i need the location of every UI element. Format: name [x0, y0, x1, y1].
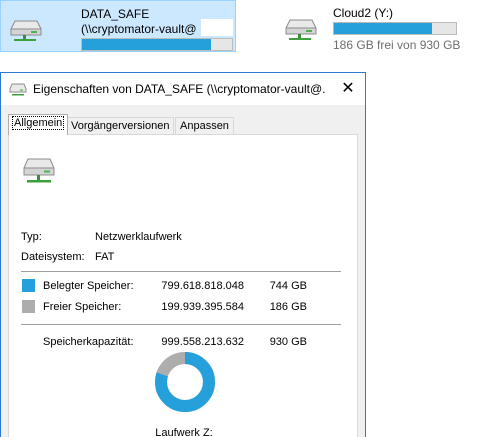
dialog-body: Allgemein Vorgängerversionen Anpassen Ty…	[1, 105, 365, 437]
filesystem-label: Dateisystem:	[21, 251, 85, 263]
properties-dialog: Eigenschaften von DATA_SAFE (\\cryptomat…	[0, 72, 366, 437]
window-title: Eigenschaften von DATA_SAFE (\\cryptomat…	[33, 82, 325, 96]
drive-usage-fill	[334, 23, 432, 34]
tab-content-general: Typ: Netzwerklaufwerk Dateisystem: FAT B…	[8, 134, 358, 437]
used-space-gb: 744 GB	[269, 280, 307, 292]
used-space-bytes: 799.618.818.048	[161, 280, 244, 292]
tab-label: Allgemein	[11, 116, 65, 130]
type-label: Typ:	[21, 231, 42, 243]
tab-allgemein[interactable]: Allgemein	[8, 114, 69, 135]
drive-usage-fill	[82, 39, 211, 50]
separator	[21, 324, 341, 325]
drive-usage-bar	[333, 22, 457, 35]
free-space-bytes: 199.939.395.584	[161, 301, 244, 313]
network-drive-icon	[9, 83, 27, 96]
used-space-label: Belegter Speicher:	[43, 280, 134, 292]
capacity-gb: 930 GB	[269, 336, 307, 348]
tab-vorgaengerversionen[interactable]: Vorgängerversionen	[66, 117, 175, 135]
network-drive-icon	[23, 158, 55, 183]
redaction-box	[201, 19, 233, 36]
title-bar[interactable]: Eigenschaften von DATA_SAFE (\\cryptomat…	[1, 73, 365, 105]
free-space-label: Freier Speicher:	[43, 301, 122, 313]
usage-donut-chart	[155, 352, 215, 412]
free-space-gb: 186 GB	[269, 301, 307, 313]
separator	[21, 271, 341, 272]
filesystem-value: FAT	[95, 251, 115, 263]
used-space-swatch	[22, 279, 35, 292]
type-value: Netzwerklaufwerk	[95, 231, 182, 243]
free-space-swatch	[22, 300, 35, 313]
capacity-label: Speicherkapazität:	[43, 336, 134, 348]
network-drive-icon	[285, 19, 317, 40]
drive-name: Cloud2 (Y:)	[333, 6, 394, 20]
drive-usage-bar	[81, 38, 233, 51]
close-button[interactable]: ✕	[331, 73, 365, 105]
drive-name: DATA_SAFE	[81, 7, 150, 21]
drive-tile-data-safe[interactable]: DATA_SAFE (\\cryptomator-vault@	[0, 0, 236, 52]
drive-free-text: 186 GB frei von 930 GB	[333, 38, 461, 52]
network-drive-icon	[10, 20, 42, 41]
tab-anpassen[interactable]: Anpassen	[175, 117, 234, 135]
capacity-bytes: 999.558.213.632	[161, 336, 244, 348]
drive-tile-cloud2[interactable]: Cloud2 (Y:) 186 GB frei von 930 GB	[280, 0, 470, 52]
drive-letter-label: Laufwerk Z:	[155, 427, 213, 437]
